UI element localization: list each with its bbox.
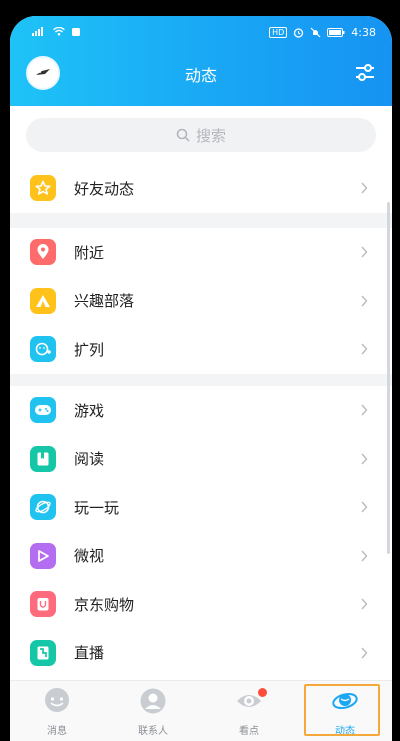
planet-icon	[30, 494, 56, 521]
gamepad-icon	[30, 397, 56, 424]
tab-messages[interactable]: 消息	[22, 687, 92, 737]
search-icon	[176, 128, 190, 142]
status-bar: HD 4:38	[10, 24, 392, 44]
chevron-right-icon	[361, 343, 368, 355]
search-placeholder: 搜索	[195, 126, 226, 145]
chevron-right-icon	[361, 453, 368, 465]
content-area: 搜索 好友动态 附近 兴趣部落 扩列 游戏 阅读 玩一玩 微视 京东购物 直播	[10, 106, 392, 699]
list-item-jd-shopping[interactable]: 京东购物	[10, 580, 392, 629]
chevron-right-icon	[361, 647, 368, 659]
item-label: 游戏	[74, 401, 105, 420]
notification-icon	[72, 27, 80, 36]
status-time: 4:38	[351, 26, 376, 39]
chevron-right-icon	[361, 501, 368, 513]
tab-kandian[interactable]: 看点	[214, 687, 284, 737]
message-icon	[45, 688, 69, 712]
hd-badge: HD	[269, 27, 288, 38]
tab-label: 联系人	[138, 726, 168, 737]
item-label: 京东购物	[74, 595, 135, 614]
wifi-icon	[53, 27, 65, 36]
tab-label: 看点	[239, 726, 259, 737]
alarm-icon	[294, 28, 304, 38]
list-item-expand-friends[interactable]: 扩列	[10, 325, 392, 374]
book-icon	[30, 445, 56, 472]
status-right: HD 4:38	[269, 26, 376, 39]
list-item-weishi[interactable]: 微视	[10, 532, 392, 581]
shopping-bag-icon	[30, 591, 56, 618]
item-label: 扩列	[74, 340, 105, 359]
filter-settings-icon[interactable]	[354, 63, 376, 83]
search-area: 搜索	[10, 106, 392, 164]
notification-dot	[258, 688, 267, 697]
item-label: 兴趣部落	[74, 292, 135, 311]
add-friend-icon	[30, 336, 56, 363]
signal-icon	[32, 27, 43, 36]
chevron-right-icon	[361, 182, 368, 194]
item-label: 附近	[74, 243, 105, 262]
list-item-interest-tribe[interactable]: 兴趣部落	[10, 277, 392, 326]
chevron-right-icon	[361, 246, 368, 258]
chevron-right-icon	[361, 295, 368, 307]
group-friends: 好友动态	[10, 164, 392, 213]
contacts-icon	[140, 688, 166, 714]
phone-screen: HD 4:38 动态 搜索 好友动态 附近 兴趣部落 扩列 游戏 阅读 玩一玩 …	[10, 16, 392, 741]
page-title: 动态	[184, 66, 217, 85]
group-apps: 游戏 阅读 玩一玩 微视 京东购物 直播	[10, 386, 392, 699]
chevron-right-icon	[361, 598, 368, 610]
play-icon	[30, 542, 56, 569]
location-pin-icon	[30, 239, 56, 266]
list-item-play[interactable]: 玩一玩	[10, 483, 392, 532]
list-item-live[interactable]: 直播	[10, 629, 392, 678]
item-label: 玩一玩	[74, 498, 120, 517]
chevron-right-icon	[361, 404, 368, 416]
star-icon	[30, 175, 56, 202]
list-item-nearby[interactable]: 附近	[10, 228, 392, 277]
list-item-friend-feed[interactable]: 好友动态	[10, 164, 392, 213]
list-item-reading[interactable]: 阅读	[10, 435, 392, 484]
item-label: 好友动态	[74, 179, 135, 198]
scrollbar[interactable]	[387, 202, 390, 554]
search-input[interactable]: 搜索	[26, 118, 376, 152]
battery-icon	[327, 28, 345, 37]
tab-label: 消息	[47, 726, 67, 737]
tent-icon	[30, 287, 56, 314]
group-discover: 附近 兴趣部落 扩列	[10, 228, 392, 374]
list-item-games[interactable]: 游戏	[10, 386, 392, 435]
status-left	[32, 27, 80, 36]
item-label: 直播	[74, 644, 105, 663]
chevron-right-icon	[361, 550, 368, 562]
mute-icon	[310, 27, 321, 38]
highlight-frame	[304, 684, 380, 736]
item-label: 微视	[74, 547, 105, 566]
top-bar: HD 4:38 动态	[10, 16, 392, 106]
tab-contacts[interactable]: 联系人	[118, 687, 188, 737]
item-label: 阅读	[74, 450, 105, 469]
live-icon	[30, 639, 56, 666]
